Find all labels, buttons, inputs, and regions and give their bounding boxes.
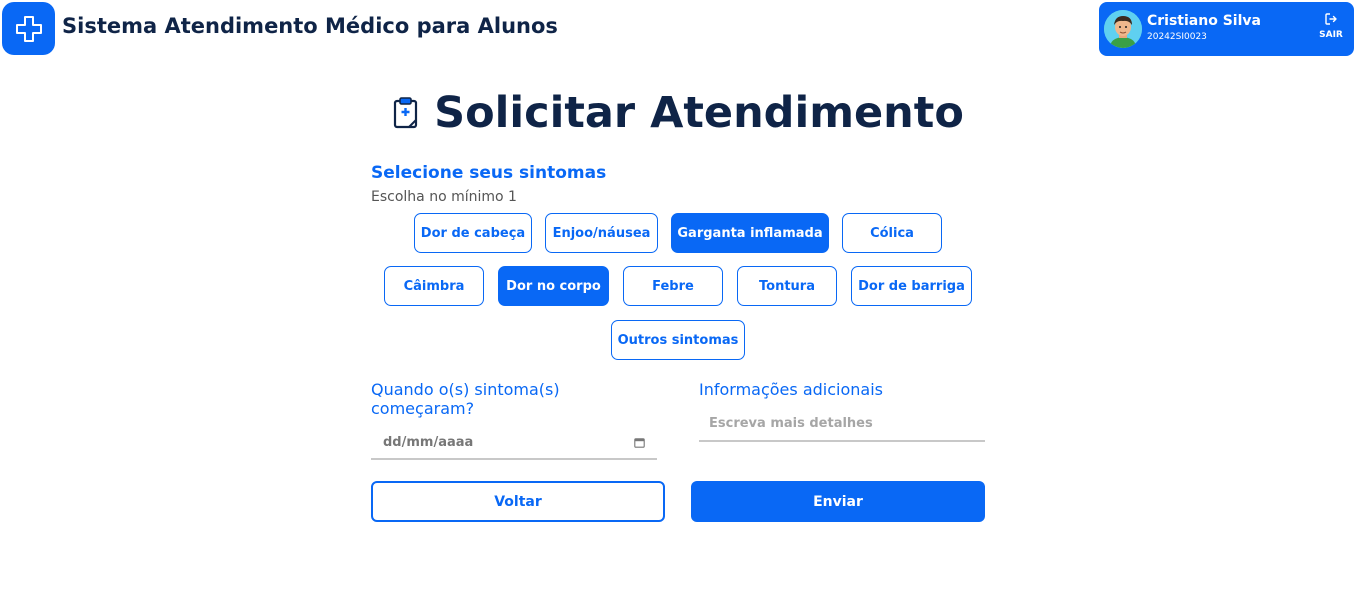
symptom-outros-sintomas[interactable]: Outros sintomas xyxy=(611,320,745,360)
logout-icon xyxy=(1325,13,1337,25)
symptoms-title: Selecione seus sintomas xyxy=(371,163,607,183)
logout-label: SAIR xyxy=(1319,30,1343,40)
symptom-dor-de-cabeca[interactable]: Dor de cabeça xyxy=(414,213,532,253)
logout-button[interactable]: SAIR xyxy=(1316,12,1346,48)
additional-info-input[interactable] xyxy=(699,406,985,442)
symptoms-row-2: Câimbra Dor no corpo Febre Tontura Dor d… xyxy=(0,266,1356,306)
symptom-dor-no-corpo[interactable]: Dor no corpo xyxy=(498,266,609,306)
user-card: Cristiano Silva 20242SI0023 SAIR xyxy=(1099,2,1354,56)
symptom-colica[interactable]: Cólica xyxy=(842,213,942,253)
page-title: Solicitar Atendimento xyxy=(434,88,964,138)
symptom-garganta-inflamada[interactable]: Garganta inflamada xyxy=(671,213,829,253)
symptom-tontura[interactable]: Tontura xyxy=(737,266,837,306)
user-id: 20242SI0023 xyxy=(1147,32,1207,42)
symptom-dor-de-barriga[interactable]: Dor de barriga xyxy=(851,266,972,306)
symptom-enjoo-nausea[interactable]: Enjoo/náusea xyxy=(545,213,658,253)
start-date-input[interactable]: dd/mm/aaaa xyxy=(371,426,657,460)
app-logo xyxy=(2,2,55,55)
page-heading: Solicitar Atendimento xyxy=(0,88,1356,138)
symptom-caimbra[interactable]: Câimbra xyxy=(384,266,484,306)
additional-info-label: Informações adicionais xyxy=(699,380,883,399)
user-name: Cristiano Silva xyxy=(1147,13,1261,29)
clipboard-medical-icon xyxy=(394,97,418,129)
start-date-label: Quando o(s) sintoma(s) começaram? xyxy=(371,380,560,418)
calendar-icon[interactable] xyxy=(634,437,645,448)
date-placeholder: dd/mm/aaaa xyxy=(383,434,474,450)
back-button[interactable]: Voltar xyxy=(371,481,665,522)
send-button[interactable]: Enviar xyxy=(691,481,985,522)
symptoms-row-1: Dor de cabeça Enjoo/náusea Garganta infl… xyxy=(0,213,1356,253)
symptoms-row-3: Outros sintomas xyxy=(0,320,1356,360)
medical-cross-icon xyxy=(15,15,42,42)
app-title: Sistema Atendimento Médico para Alunos xyxy=(62,14,558,38)
symptom-febre[interactable]: Febre xyxy=(623,266,723,306)
symptoms-subtitle: Escolha no mínimo 1 xyxy=(371,189,517,205)
avatar xyxy=(1104,10,1142,48)
